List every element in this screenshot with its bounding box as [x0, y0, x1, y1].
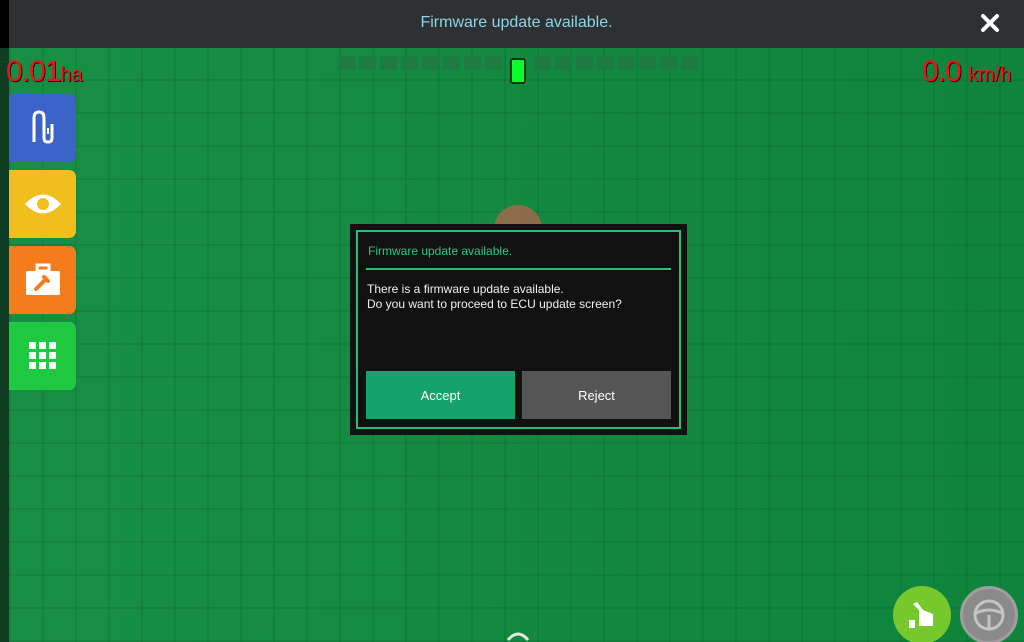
autopilot-button[interactable] — [893, 586, 951, 642]
dialog-message-line2: Do you want to proceed to ECU update scr… — [367, 297, 622, 311]
notification-bar: Firmware update available. — [0, 0, 1024, 48]
boom-section — [681, 56, 698, 70]
boom-section — [660, 56, 677, 70]
tracking-icon — [32, 110, 53, 144]
dialog-message-line1: There is a firmware update available. — [367, 282, 564, 296]
area-readout: 0.01ha — [6, 55, 83, 89]
boom-section — [576, 56, 593, 70]
boom-section — [380, 56, 397, 70]
boom-section — [485, 56, 502, 70]
boom-section — [464, 56, 481, 70]
eye-icon — [24, 194, 61, 214]
gps-status-indicator — [510, 58, 526, 84]
boom-section — [534, 56, 551, 70]
area-unit: ha — [60, 64, 83, 86]
steering-wheel-icon — [973, 599, 1005, 631]
speed-value: 0.0 — [922, 55, 962, 88]
boom-section — [618, 56, 635, 70]
dialog-message: There is a firmware update available. Do… — [367, 282, 622, 312]
autopilot-hand-icon — [909, 602, 933, 628]
boom-section — [443, 56, 460, 70]
notification-title: Firmware update available. — [420, 14, 613, 31]
dialog-title: Firmware update available. — [368, 244, 513, 258]
boom-section — [639, 56, 656, 70]
boom-section — [338, 56, 355, 70]
apps-grid-icon — [28, 342, 56, 369]
tools-menu-button[interactable] — [9, 246, 76, 314]
toolbox-icon — [25, 263, 60, 295]
boom-section — [555, 56, 572, 70]
speed-readout: 0.0 km/h — [922, 55, 1011, 89]
view-menu-button[interactable] — [9, 170, 76, 238]
apps-menu-button[interactable] — [9, 322, 76, 390]
steering-button[interactable] — [960, 586, 1018, 642]
close-icon[interactable] — [978, 11, 1002, 35]
accept-button[interactable]: Accept — [366, 371, 515, 419]
boom-section — [359, 56, 376, 70]
speed-unit: km/h — [968, 64, 1012, 86]
area-value: 0.01 — [6, 55, 61, 88]
app-screen: Firmware update available. 0.01ha 0.0 km… — [0, 0, 1024, 642]
boom-section — [422, 56, 439, 70]
dialog-divider — [366, 268, 671, 270]
reject-button[interactable]: Reject — [522, 371, 671, 419]
firmware-update-dialog: Firmware update available. There is a fi… — [350, 224, 687, 435]
boom-section — [597, 56, 614, 70]
boom-section — [401, 56, 418, 70]
dialog-frame: Firmware update available. There is a fi… — [356, 230, 681, 429]
arc-icon — [506, 632, 530, 642]
tracking-menu-button[interactable] — [9, 94, 76, 162]
